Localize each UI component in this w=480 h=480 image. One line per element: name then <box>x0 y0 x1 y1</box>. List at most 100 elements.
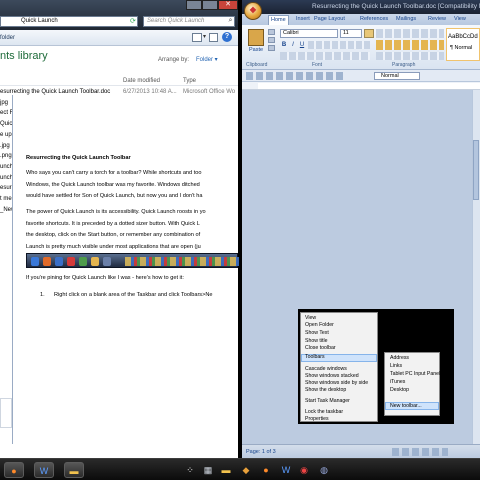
status-page-count: Page: 1 of 3 <box>246 449 276 455</box>
app-taskbar-button-4[interactable]: ◆ <box>236 462 256 478</box>
column-date-modified[interactable]: Date modified <box>123 77 160 85</box>
list-buttons[interactable] <box>376 29 444 38</box>
refresh-icon[interactable]: ⟳ <box>130 17 138 26</box>
grow-font-icon[interactable] <box>364 29 374 38</box>
copy-icon[interactable] <box>268 37 275 43</box>
minimize-button[interactable] <box>186 0 202 10</box>
explorer-taskbar-button[interactable]: ▬ <box>64 462 84 478</box>
explorer-icon: ▬ <box>221 465 231 475</box>
submenu-item[interactable]: Links <box>390 363 402 370</box>
status-bar: Page: 1 of 3 <box>242 444 480 458</box>
tab-view[interactable]: View <box>454 15 466 24</box>
context-menu-item[interactable]: Show windows stacked <box>305 373 359 380</box>
address-bar[interactable]: Quick Launch <box>0 16 138 27</box>
context-menu-item[interactable]: Show windows side by side <box>305 380 368 387</box>
word-icon <box>55 257 63 266</box>
quick-style-select[interactable]: Normal <box>374 72 420 80</box>
submenu-item[interactable]: Address <box>390 355 409 362</box>
document-page[interactable] <box>12 95 238 444</box>
shading-buttons[interactable] <box>376 52 444 60</box>
context-menu-item[interactable]: Start Task Manager <box>305 398 350 405</box>
context-menu-item[interactable]: Open Folder <box>305 322 334 329</box>
context-menu-item[interactable]: Close toolbar <box>305 345 336 352</box>
format-painter-icon[interactable] <box>268 45 275 51</box>
context-menu-item[interactable]: Toolbars <box>305 354 325 361</box>
app-taskbar-button-5[interactable]: ● <box>256 462 276 478</box>
view-buttons[interactable] <box>392 448 448 456</box>
firefox-icon: ● <box>263 465 269 475</box>
italic-button[interactable]: I <box>289 41 297 49</box>
cut-icon[interactable] <box>268 29 275 35</box>
word-icon: W <box>39 466 49 476</box>
scrollbar-thumb[interactable] <box>473 140 479 200</box>
font-size-select[interactable]: 11 <box>340 29 362 38</box>
new-folder-button[interactable]: folder <box>0 33 15 43</box>
firefox-taskbar-button[interactable]: ● <box>4 462 24 478</box>
ribbon: Paste Calibri 11 B I U AaBbCcDd ¶ Normal… <box>242 25 480 70</box>
search-icon[interactable]: ⌕ <box>226 16 235 27</box>
maximize-button[interactable] <box>202 0 218 10</box>
explorer-toolbar: folder ▾ ? <box>0 30 238 46</box>
context-menu-item[interactable]: Properties <box>305 416 329 423</box>
alignment-buttons[interactable] <box>376 40 444 50</box>
style-normal: ¶ Normal <box>450 45 473 51</box>
tab-references[interactable]: References <box>360 15 388 24</box>
context-menu-item[interactable]: Lock the taskbar <box>305 409 343 416</box>
app-taskbar-button-3[interactable]: ▬ <box>216 462 236 478</box>
group-label-paragraph: Paragraph <box>392 62 416 68</box>
app-taskbar-button-7[interactable]: ◉ <box>294 462 314 478</box>
paragraph-line: would have settled for Son of Quick Laun… <box>26 193 203 199</box>
tab-review[interactable]: Review <box>428 15 446 24</box>
firefox-icon: ● <box>11 466 17 476</box>
font-format-buttons[interactable] <box>308 41 370 49</box>
font-name-select[interactable]: Calibri <box>280 29 338 38</box>
context-menu-item[interactable]: Show the desktop <box>305 387 346 394</box>
chevron-down-icon[interactable]: ▾ <box>203 32 206 42</box>
app-taskbar-button-6[interactable]: W <box>276 462 296 478</box>
context-menu-item[interactable]: Show title <box>305 338 328 345</box>
arrange-by-dropdown[interactable]: Folder ▾ <box>196 56 218 64</box>
search-input[interactable]: Search Quick Launch <box>143 16 235 27</box>
file-name: jpg <box>0 99 9 106</box>
app-icon <box>103 257 111 266</box>
underline-button[interactable]: U <box>298 41 306 49</box>
submenu-item[interactable]: Tablet PC Input Panel <box>390 371 440 378</box>
folder-icon <box>91 257 99 266</box>
app-taskbar-button-1[interactable]: ⁘ <box>180 462 200 478</box>
column-header: Date modified Type <box>0 76 238 86</box>
tab-mailings[interactable]: Mailings <box>396 15 416 24</box>
quick-access-icons[interactable] <box>246 72 346 80</box>
doc-heading: Resurrecting the Quick Launch Toolbar <box>26 155 131 161</box>
views-icon[interactable] <box>192 33 202 42</box>
bold-button[interactable]: B <box>280 41 288 49</box>
clipboard-small-buttons <box>268 29 276 53</box>
tab-insert[interactable]: Insert <box>296 15 310 24</box>
preview-pane-icon[interactable] <box>209 33 218 42</box>
column-type[interactable]: Type <box>183 77 196 85</box>
submenu-item[interactable]: Desktop <box>390 387 409 394</box>
tab-page-layout[interactable]: Page Layout <box>314 15 345 24</box>
paragraph-line: Launch is pretty much visible under most… <box>26 243 201 250</box>
font-color-buttons[interactable] <box>280 52 370 60</box>
zoom-slider[interactable] <box>452 448 478 456</box>
context-menu-item[interactable]: View <box>305 315 316 322</box>
paragraph-line: If you're pining for Quick Launch like I… <box>26 275 184 281</box>
paste-icon[interactable] <box>248 29 264 46</box>
tab-home[interactable]: Home <box>268 15 289 25</box>
submenu-item[interactable]: New toolbar... <box>390 403 422 410</box>
style-sample: AaBbCcDd <box>448 34 478 40</box>
close-button[interactable]: ✕ <box>218 0 238 10</box>
submenu-item[interactable]: iTunes <box>390 379 405 386</box>
word-taskbar-button[interactable]: W <box>34 462 54 478</box>
app-taskbar-button-2[interactable]: ▦ <box>198 462 218 478</box>
paragraph-line: favorite shortcuts. It is preceded by a … <box>26 220 200 227</box>
folder-icon: ▬ <box>69 466 79 476</box>
context-menu-item[interactable]: Cascade windows <box>305 366 347 373</box>
context-menu-item[interactable]: Show Text <box>305 330 329 337</box>
firefox-icon <box>43 257 51 266</box>
help-icon[interactable]: ? <box>222 32 232 42</box>
app-taskbar-button-8[interactable]: ◍ <box>314 462 334 478</box>
chrome-icon: ◉ <box>300 465 308 475</box>
start-orb-icon <box>31 257 39 266</box>
paste-label[interactable]: Paste <box>249 47 263 54</box>
